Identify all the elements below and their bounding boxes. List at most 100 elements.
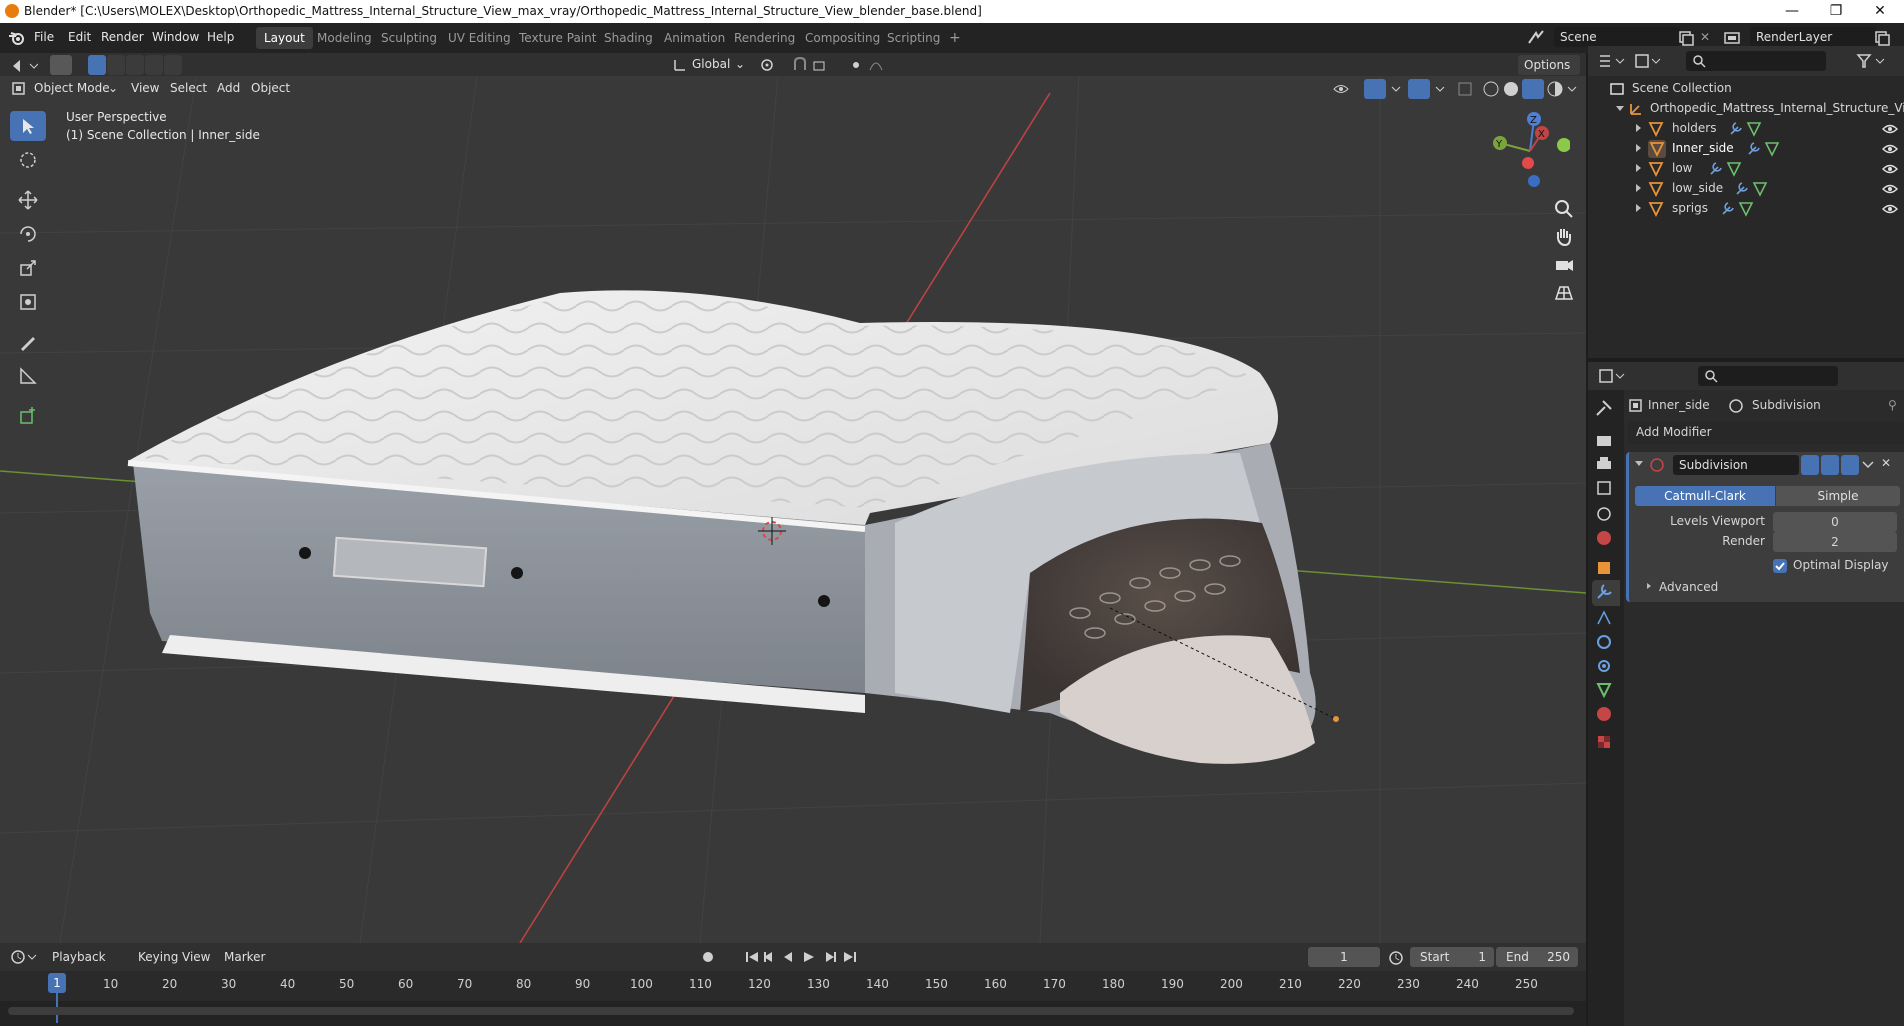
tab-texture-paint[interactable]: Texture Paint: [511, 27, 604, 49]
tab-physics[interactable]: [1592, 630, 1620, 656]
options-button[interactable]: Options: [1518, 55, 1580, 75]
menu-window[interactable]: Window: [152, 30, 199, 44]
viewport-display-toggle[interactable]: [1821, 455, 1839, 475]
tab-shading[interactable]: Shading: [596, 27, 661, 49]
outliner-object-row[interactable]: holders: [1588, 118, 1904, 138]
outliner-object-row-selected[interactable]: Inner_side: [1588, 138, 1904, 158]
tab-scripting[interactable]: Scripting: [879, 27, 948, 49]
start-frame-field[interactable]: Start 1: [1410, 947, 1494, 967]
timeline-editor-type-icon[interactable]: [10, 949, 38, 965]
select-mode-extend-button[interactable]: [107, 55, 125, 75]
editor-type-icon[interactable]: [10, 56, 38, 74]
menu-file[interactable]: File: [34, 30, 54, 44]
solid-shading-icon[interactable]: [1502, 80, 1520, 98]
tab-layout[interactable]: Layout: [256, 27, 313, 49]
tab-object[interactable]: [1592, 556, 1620, 582]
edit-mode-toggle[interactable]: [1801, 455, 1819, 475]
outliner-object-row[interactable]: low_side: [1588, 178, 1904, 198]
pan-hand-icon[interactable]: [1552, 225, 1576, 249]
timeline-menu-playback[interactable]: Playback: [52, 947, 106, 967]
3d-viewport[interactable]: Global ⌄ Options Object Mode ⌄ View Sele…: [0, 53, 1586, 943]
chevron-down-icon[interactable]: [1566, 80, 1580, 98]
modifier-name-field[interactable]: Subdivision: [1673, 455, 1799, 475]
select-mode-invert-button[interactable]: [164, 55, 182, 75]
chevron-down-icon[interactable]: ⌄: [735, 54, 745, 74]
wireframe-shading-icon[interactable]: [1482, 80, 1500, 98]
outliner-collection-row[interactable]: Orthopedic_Mattress_Internal_Structure_V…: [1588, 98, 1904, 118]
viewport-menu-select[interactable]: Select: [170, 78, 207, 98]
cursor-tool-button[interactable]: [10, 145, 46, 175]
simple-button[interactable]: Simple: [1776, 486, 1900, 506]
playhead-frame-indicator[interactable]: 1: [48, 973, 66, 993]
tab-constraints[interactable]: [1592, 654, 1620, 680]
timeline-menu-view[interactable]: View: [182, 947, 210, 967]
minimize-button[interactable]: —: [1770, 1, 1814, 22]
outliner-object-row[interactable]: low: [1588, 158, 1904, 178]
chevron-down-icon[interactable]: [1390, 80, 1404, 98]
playback-controls[interactable]: [744, 949, 860, 965]
optimal-display-checkbox[interactable]: [1773, 559, 1787, 573]
levels-viewport-field[interactable]: 0: [1773, 512, 1897, 532]
scene-name-field[interactable]: Scene: [1554, 27, 1680, 47]
menu-edit[interactable]: Edit: [68, 30, 91, 44]
transform-tool-button[interactable]: [10, 287, 46, 317]
expand-object-toggle[interactable]: [1636, 144, 1641, 152]
render-toggle[interactable]: [1841, 455, 1859, 475]
object-mode-dropdown[interactable]: Object Mode: [34, 78, 110, 98]
advanced-subpanel-label[interactable]: Advanced: [1659, 580, 1718, 594]
menu-render[interactable]: Render: [101, 30, 144, 44]
overlays-toggle-button[interactable]: [1408, 79, 1430, 99]
select-box-tool-button[interactable]: [50, 55, 72, 75]
select-mode-subtract-button[interactable]: [126, 55, 144, 75]
tab-sculpting[interactable]: Sculpting: [373, 27, 445, 49]
visibility-eye-icon[interactable]: [1882, 161, 1898, 177]
expand-object-toggle[interactable]: [1636, 204, 1641, 212]
blender-menu-icon[interactable]: [8, 30, 26, 46]
object-visibility-icon[interactable]: [1332, 80, 1360, 98]
end-frame-field[interactable]: End 250: [1496, 947, 1578, 967]
timeline-menu-keying[interactable]: Keying: [138, 947, 178, 967]
chevron-down-icon[interactable]: [1861, 458, 1875, 472]
tab-data[interactable]: [1592, 678, 1620, 704]
tab-uv-editing[interactable]: UV Editing: [440, 27, 519, 49]
select-mode-new-button[interactable]: [88, 55, 106, 75]
close-window-button[interactable]: ✕: [1858, 1, 1902, 22]
viewport-menu-view[interactable]: View: [131, 78, 159, 98]
expand-object-toggle[interactable]: [1636, 124, 1641, 132]
maximize-button[interactable]: ❐: [1814, 1, 1858, 22]
rotate-tool-button[interactable]: [10, 219, 46, 249]
viewport-menu-object[interactable]: Object: [251, 78, 290, 98]
tab-modeling[interactable]: Modeling: [309, 27, 380, 49]
material-preview-shading-button[interactable]: [1522, 79, 1544, 99]
select-mode-intersect-button[interactable]: [145, 55, 163, 75]
stopwatch-icon[interactable]: [1388, 949, 1404, 965]
scene-icon[interactable]: [1526, 29, 1550, 47]
new-scene-icon[interactable]: [1678, 30, 1694, 46]
pivot-point-icon[interactable]: [758, 56, 788, 74]
visibility-eye-icon[interactable]: [1882, 181, 1898, 197]
object-origin[interactable]: [1333, 716, 1339, 722]
transform-orientation-dropdown[interactable]: Global: [692, 54, 730, 74]
gizmo-toggle-button[interactable]: [1364, 79, 1386, 99]
display-mode-icon[interactable]: [1634, 53, 1662, 69]
timeline-menu-marker[interactable]: Marker: [224, 947, 265, 967]
tab-animation[interactable]: Animation: [656, 27, 733, 49]
record-keyframe-icon[interactable]: [700, 949, 722, 965]
camera-view-icon[interactable]: [1552, 253, 1576, 277]
outliner-search-input[interactable]: [1686, 51, 1826, 71]
properties-editor-type-icon[interactable]: [1598, 368, 1626, 384]
properties-search-input[interactable]: [1698, 366, 1838, 386]
add-workspace-button[interactable]: +: [941, 27, 969, 49]
timeline-scrollbar[interactable]: [8, 1007, 1574, 1015]
proportional-editing-icon[interactable]: [850, 56, 900, 74]
outliner-editor-type-icon[interactable]: [1598, 53, 1626, 69]
snap-icon[interactable]: [792, 56, 848, 74]
rendered-shading-icon[interactable]: [1546, 80, 1564, 98]
outliner-scene-collection[interactable]: Scene Collection: [1588, 78, 1904, 98]
render-layer-field[interactable]: RenderLayer: [1750, 27, 1876, 47]
add-modifier-dropdown[interactable]: Add Modifier: [1628, 422, 1904, 444]
unlink-scene-icon[interactable]: ✕: [1700, 30, 1710, 44]
remove-modifier-icon[interactable]: ✕: [1881, 456, 1891, 470]
annotate-tool-button[interactable]: [10, 327, 46, 357]
add-cube-tool-button[interactable]: [10, 401, 46, 431]
